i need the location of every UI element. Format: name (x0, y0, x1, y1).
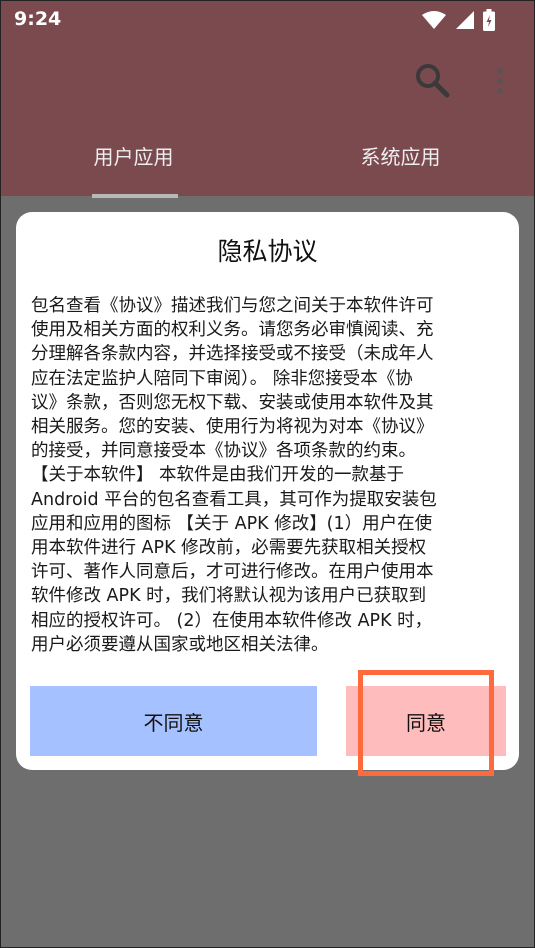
search-icon[interactable] (414, 62, 450, 98)
battery-icon (483, 9, 495, 31)
tab-indicator (92, 194, 178, 198)
agree-highlight-box (358, 670, 494, 776)
more-vert-icon[interactable] (492, 66, 508, 96)
dialog-title: 隐私协议 (217, 237, 318, 266)
disagree-button[interactable]: 不同意 (30, 686, 317, 756)
signal-icon (456, 11, 474, 29)
tab-bar: 用户应用 系统应用 (0, 118, 535, 196)
wifi-icon (422, 11, 446, 29)
status-bar: 9:24 (0, 0, 535, 40)
status-time: 9:24 (14, 8, 62, 30)
dialog-body-text: 包名查看《协议》描述我们与您之间关于本软件许可 使用及相关方面的权利义务。请您务… (31, 296, 437, 655)
tab-user-apps[interactable]: 用户应用 (0, 118, 267, 196)
app-bar (0, 40, 535, 118)
status-icons (421, 9, 495, 31)
tab-system-apps[interactable]: 系统应用 (267, 118, 534, 196)
